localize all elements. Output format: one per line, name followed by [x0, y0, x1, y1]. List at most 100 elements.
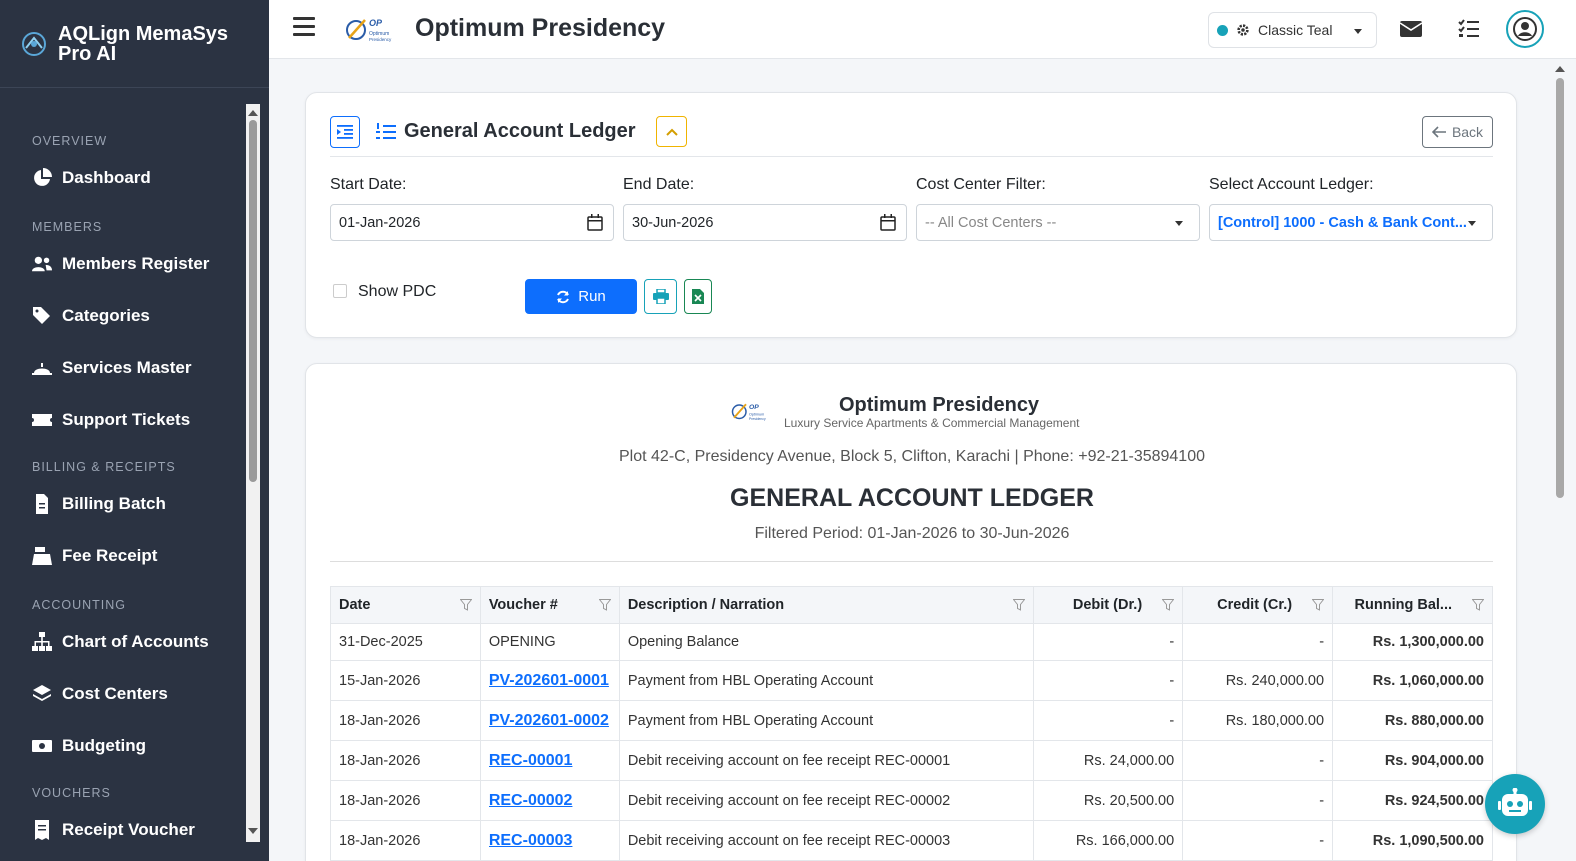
filter-icon[interactable] [1472, 599, 1484, 611]
column-header-credit[interactable]: Credit (Cr.) [1182, 586, 1334, 624]
back-button[interactable]: Back [1422, 116, 1493, 148]
layers-icon [33, 685, 51, 701]
calendar-icon[interactable] [880, 214, 896, 231]
run-label: Run [578, 288, 606, 305]
cell-credit: Rs. 240,000.00 [1182, 660, 1334, 701]
receipt-icon [35, 820, 49, 840]
table-row: 15-Jan-2026 PV-202601-0001 Payment from … [330, 660, 1493, 701]
sidebar-item-services-master[interactable]: Services Master [32, 358, 191, 378]
chatbot-button[interactable] [1485, 774, 1545, 834]
voucher-link[interactable]: PV-202601-0001 [489, 672, 611, 690]
filter-icon[interactable] [1312, 599, 1325, 611]
cost-center-value: -- All Cost Centers -- [925, 214, 1057, 231]
sidebar-item-chart-of-accounts[interactable]: Chart of Accounts [32, 632, 209, 652]
sidebar-item-dashboard[interactable]: Dashboard [32, 168, 151, 188]
section-billing: BILLING & RECEIPTS [32, 460, 176, 474]
cell-debit: Rs. 166,000.00 [1033, 820, 1184, 861]
checklist-icon[interactable] [1457, 17, 1481, 41]
list-ol-icon [376, 123, 396, 139]
end-date-input[interactable]: 30-Jun-2026 [623, 204, 907, 241]
show-pdc-checkbox[interactable] [333, 284, 347, 298]
scroll-up-icon[interactable] [248, 110, 258, 116]
money-bill-icon [32, 740, 52, 752]
chevron-down-icon [1175, 221, 1183, 226]
sidebar-item-receipt-voucher[interactable]: Receipt Voucher [32, 820, 195, 840]
cost-center-select[interactable]: -- All Cost Centers -- [916, 204, 1200, 241]
ledger-select-label: Select Account Ledger: [1209, 176, 1374, 193]
column-header-description[interactable]: Description / Narration [618, 586, 1035, 624]
section-members: MEMBERS [32, 220, 103, 234]
end-date-value: 30-Jun-2026 [632, 214, 714, 231]
cell-date: 18-Jan-2026 [330, 820, 481, 861]
report-address: Plot 42-C, Presidency Avenue, Block 5, C… [619, 448, 1205, 465]
calendar-icon[interactable] [587, 214, 603, 231]
refresh-icon [557, 290, 570, 303]
sidebar-item-members-register[interactable]: Members Register [32, 254, 209, 274]
cell-debit: Rs. 20,500.00 [1033, 780, 1184, 821]
filter-icon[interactable] [459, 599, 472, 611]
voucher-link[interactable]: REC-00001 [489, 752, 611, 770]
sidebar-item-fee-receipt[interactable]: Fee Receipt [32, 546, 157, 566]
export-excel-button[interactable] [684, 279, 712, 314]
filter-icon[interactable] [1162, 599, 1175, 611]
org-title: Optimum Presidency [415, 14, 666, 42]
sidebar-item-label: Receipt Voucher [62, 820, 195, 839]
report-card: OP Optimum Presidency Optimum Presidency… [305, 363, 1517, 861]
column-header-voucher[interactable]: Voucher # [479, 586, 620, 624]
app-title: AQLign MemaSys Pro AI [58, 22, 229, 65]
sidebar-item-label: Members Register [62, 254, 210, 273]
sidebar-item-label: Categories [62, 306, 150, 325]
print-button[interactable] [644, 279, 677, 314]
arrow-left-icon [1431, 126, 1446, 138]
cost-center-label: Cost Center Filter: [916, 176, 1046, 193]
main-scrollbar-thumb[interactable] [1556, 78, 1564, 498]
table-row: 18-Jan-2026 REC-00002 Debit receiving ac… [330, 780, 1493, 821]
cell-date: 31-Dec-2025 [330, 623, 481, 661]
show-pdc-label: Show PDC [358, 283, 437, 300]
column-header-date[interactable]: Date [330, 586, 481, 624]
filter-icon[interactable] [1013, 599, 1026, 611]
menu-toggle-icon[interactable] [293, 17, 315, 37]
sidebar-item-billing-batch[interactable]: Billing Batch [32, 494, 166, 514]
cell-credit: - [1182, 740, 1334, 781]
filter-icon[interactable] [598, 599, 611, 611]
mail-icon[interactable] [1399, 17, 1423, 41]
voucher-link[interactable]: REC-00002 [489, 792, 611, 810]
cell-credit: - [1182, 820, 1334, 861]
sidebar-item-budgeting[interactable]: Budgeting [32, 736, 146, 756]
indent-icon [337, 125, 353, 139]
cell-credit: - [1182, 780, 1334, 821]
sidebar-item-support-tickets[interactable]: Support Tickets [32, 410, 190, 430]
ledger-select[interactable]: [Control] 1000 - Cash & Bank Cont... [1209, 204, 1493, 241]
voucher-link[interactable]: REC-00003 [489, 832, 611, 850]
cash-register-icon [32, 547, 52, 565]
column-label: Voucher # [488, 597, 558, 613]
sidebar-scrollbar-thumb[interactable] [249, 120, 257, 482]
cell-voucher: REC-00002 [479, 780, 620, 821]
sidebar-item-cost-centers[interactable]: Cost Centers [32, 684, 168, 704]
voucher-link[interactable]: PV-202601-0002 [489, 712, 611, 730]
table-row: 31-Dec-2025 OPENING Opening Balance - - … [330, 623, 1493, 661]
robot-icon [1498, 788, 1532, 816]
run-button[interactable]: Run [525, 279, 637, 314]
scroll-down-icon[interactable] [248, 828, 258, 834]
sidebar-item-label: Support Tickets [62, 410, 191, 429]
sidebar-item-label: Fee Receipt [62, 546, 158, 565]
sidebar-item-label: Budgeting [62, 736, 147, 755]
toggle-sidebar-button[interactable] [330, 116, 360, 148]
start-date-input[interactable]: 01-Jan-2026 [330, 204, 614, 241]
column-header-balance[interactable]: Running Bal... [1332, 586, 1493, 624]
avatar[interactable] [1506, 10, 1544, 48]
ledger-heading: General Account Ledger [404, 120, 636, 142]
column-label: Description / Narration [627, 597, 785, 613]
theme-select[interactable]: Classic Teal [1208, 12, 1377, 48]
table-header-row: Date Voucher # Description / Narration D… [330, 586, 1493, 624]
main-scroll-up-icon[interactable] [1555, 66, 1565, 72]
collapse-button[interactable] [656, 116, 687, 147]
sidebar-item-categories[interactable]: Categories [32, 306, 150, 326]
start-date-label: Start Date: [330, 176, 407, 193]
sidebar-item-label: Billing Batch [62, 494, 166, 513]
brand[interactable]: AQLign MemaSys Pro AI [0, 0, 269, 88]
column-header-debit[interactable]: Debit (Dr.) [1033, 586, 1184, 624]
cell-voucher: REC-00001 [479, 740, 620, 781]
